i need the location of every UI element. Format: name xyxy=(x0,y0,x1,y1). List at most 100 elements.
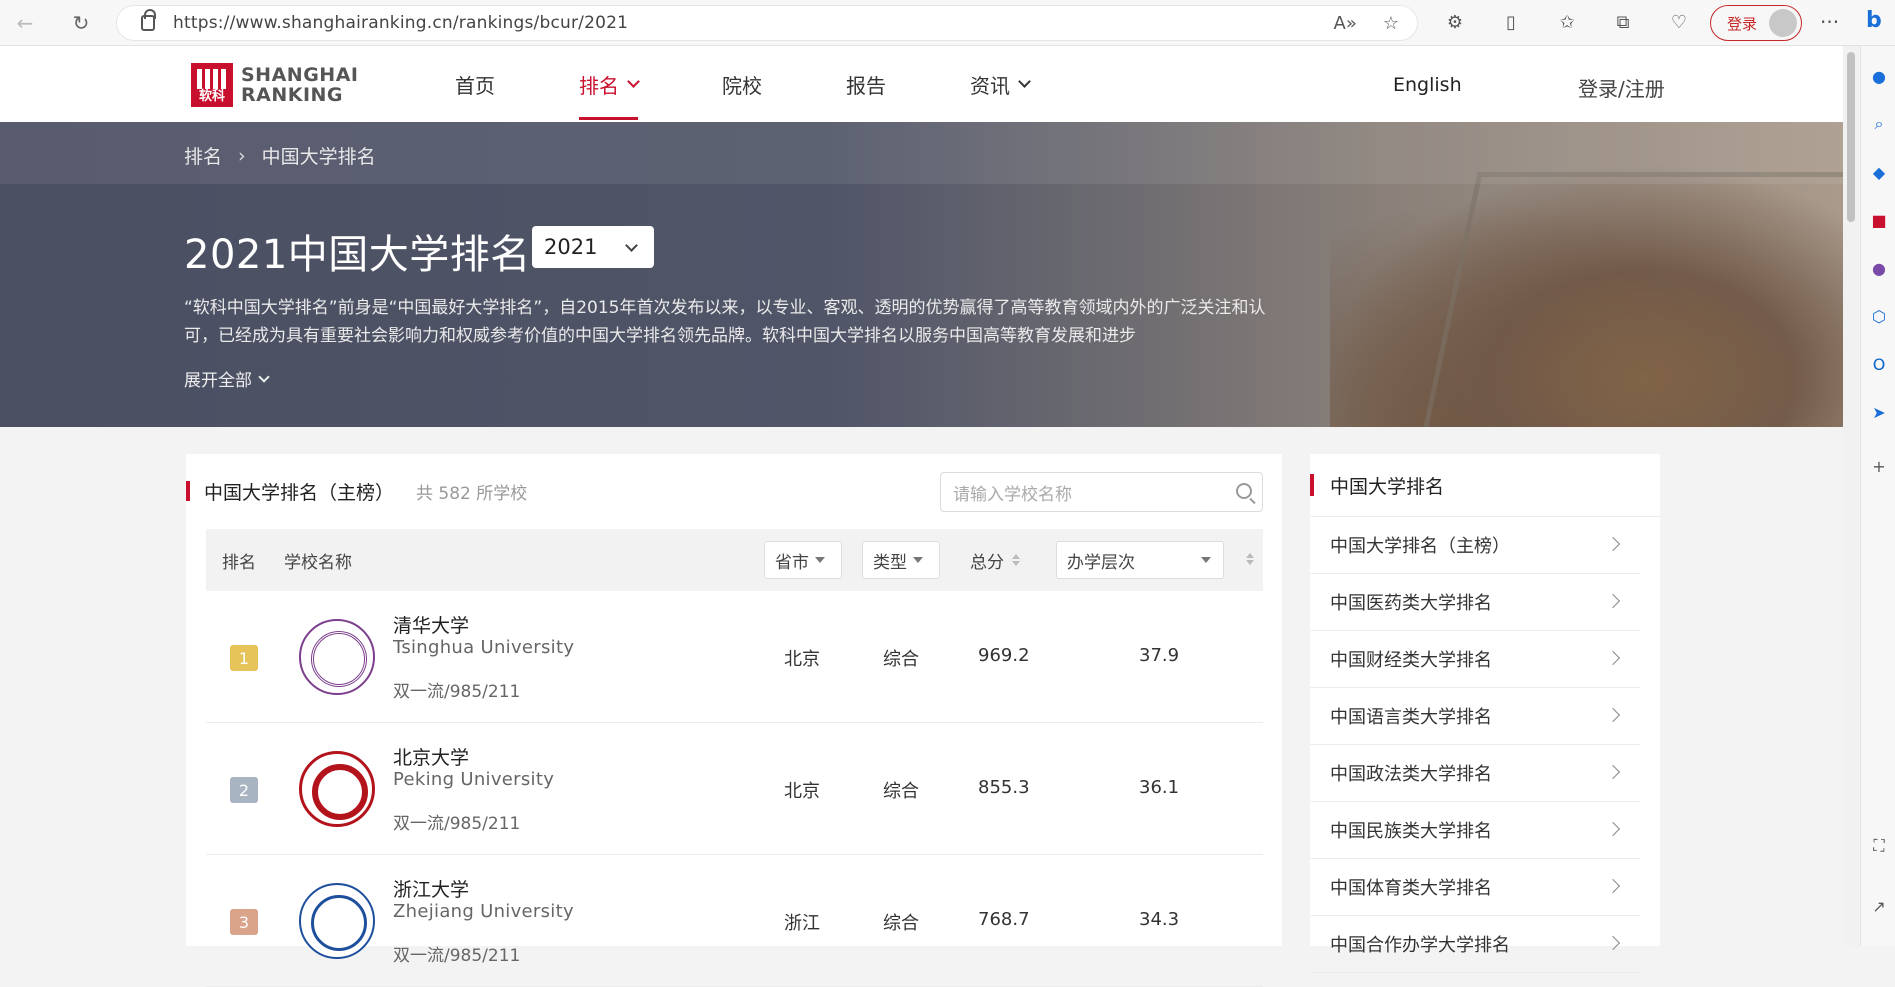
performance-icon[interactable]: ♡ xyxy=(1664,7,1694,37)
sidebar-item-language[interactable]: 中国语言类大学排名 xyxy=(1310,688,1640,745)
type-cell: 综合 xyxy=(883,913,919,934)
tag-icon[interactable]: ◆ xyxy=(1869,162,1889,182)
ranking-sidebar: 中国大学排名 中国大学排名（主榜） 中国医药类大学排名 中国财经类大学排名 中国… xyxy=(1310,454,1660,973)
bing-copilot-icon[interactable]: b xyxy=(1866,8,1892,36)
breadcrumb: 排名 › 中国大学排名 xyxy=(184,142,376,169)
type-cell: 综合 xyxy=(883,649,919,670)
external-link-icon[interactable]: ↗ xyxy=(1869,896,1889,916)
chevron-right-icon xyxy=(1605,764,1621,780)
university-name-cn[interactable]: 浙江大学 xyxy=(393,875,469,902)
chevron-down-icon xyxy=(627,74,640,88)
sidebar-item-label: 中国财经类大学排名 xyxy=(1330,650,1492,671)
university-emblem xyxy=(299,751,375,827)
nav-institutions[interactable]: 院校 xyxy=(722,46,762,122)
university-name-en[interactable]: Peking University xyxy=(393,769,554,790)
logo-mark-icon: 软科 xyxy=(191,63,233,107)
university-name-en[interactable]: Tsinghua University xyxy=(393,637,574,658)
year-select[interactable]: 2021 xyxy=(532,226,654,268)
nav-rankings[interactable]: 排名 xyxy=(579,46,640,122)
caret-down-icon xyxy=(815,557,825,563)
add-icon[interactable]: + xyxy=(1869,456,1889,476)
table-row[interactable]: 2 北京大学 Peking University 双一流/985/211 北京 … xyxy=(206,723,1263,855)
hero-banner: 排名 › 中国大学排名 2021中国大学排名 2021 “软科中国大学排名”前身… xyxy=(0,122,1843,427)
sidebar-item-law[interactable]: 中国政法类大学排名 xyxy=(1310,745,1640,802)
favorite-star-icon[interactable]: ☆ xyxy=(1383,13,1399,34)
refresh-icon[interactable]: ↻ xyxy=(66,8,96,38)
nav-reports[interactable]: 报告 xyxy=(846,46,886,122)
sidebar-item-label: 中国合作办学大学排名 xyxy=(1330,935,1510,956)
nav-news[interactable]: 资讯 xyxy=(970,46,1031,122)
screenshot-icon[interactable]: ⛶ xyxy=(1869,836,1889,856)
page-title: 2021中国大学排名 xyxy=(184,232,531,278)
level-sort-icon[interactable] xyxy=(1246,553,1254,565)
score-cell: 768.7 xyxy=(978,909,1030,930)
language-switch[interactable]: English xyxy=(1393,74,1462,96)
ranking-panel-header: 中国大学排名（主榜） 共 582 所学校 xyxy=(186,476,527,506)
level-filter[interactable]: 办学层次 xyxy=(1056,541,1224,579)
breadcrumb-current: 中国大学排名 xyxy=(261,146,376,168)
rank-badge: 3 xyxy=(230,909,258,935)
level-cell: 36.1 xyxy=(1139,777,1180,798)
sidebar-item-finance[interactable]: 中国财经类大学排名 xyxy=(1310,631,1640,688)
breadcrumb-rankings[interactable]: 排名 xyxy=(184,142,222,169)
scrollbar-thumb[interactable] xyxy=(1847,52,1855,222)
expand-all-link[interactable]: 展开全部 xyxy=(184,366,270,391)
university-name-cn[interactable]: 清华大学 xyxy=(393,611,469,638)
browser-login-label: 登录 xyxy=(1727,14,1758,33)
province-filter-label: 省市 xyxy=(775,552,809,573)
rank-badge: 1 xyxy=(230,645,258,671)
send-icon[interactable]: ➤ xyxy=(1869,402,1889,422)
split-screen-icon[interactable]: ▯ xyxy=(1496,7,1526,37)
nav-institutions-label: 院校 xyxy=(722,73,762,98)
more-options-icon[interactable]: ··· xyxy=(1820,10,1839,34)
login-register-link[interactable]: 登录/注册 xyxy=(1578,73,1665,102)
chevron-right-icon xyxy=(1605,536,1621,552)
type-filter-label: 类型 xyxy=(873,552,907,573)
site-logo[interactable]: 软科 SHANGHAI RANKING xyxy=(191,63,358,107)
sidebar-item-cooperative[interactable]: 中国合作办学大学排名 xyxy=(1310,916,1640,973)
browser-login-button[interactable]: 登录 xyxy=(1710,5,1802,41)
school-search-input[interactable]: 请输入学校名称 xyxy=(940,472,1263,512)
logo-mark-text: 软科 xyxy=(198,89,225,104)
chevron-right-icon xyxy=(1605,821,1621,837)
sidebar-item-ethnic[interactable]: 中国民族类大学排名 xyxy=(1310,802,1640,859)
search-icon[interactable]: ⌕ xyxy=(1869,114,1889,134)
score-sort[interactable]: 总分 xyxy=(970,529,1020,591)
sidebar-item-main[interactable]: 中国大学排名（主榜） xyxy=(1310,517,1640,574)
chevron-right-icon xyxy=(1605,878,1621,894)
bell-icon[interactable]: ● xyxy=(1869,66,1889,86)
extensions-icon[interactable]: ⚙ xyxy=(1440,7,1470,37)
nav-home[interactable]: 首页 xyxy=(455,46,495,122)
header-rank: 排名 xyxy=(222,552,256,573)
sidebar-title: 中国大学排名 xyxy=(1330,475,1445,498)
province-filter[interactable]: 省市 xyxy=(764,541,842,579)
favorites-icon[interactable]: ✩ xyxy=(1552,7,1582,37)
games-icon[interactable]: ⬡ xyxy=(1869,306,1889,326)
university-tags: 双一流/985/211 xyxy=(393,814,521,834)
collections-icon[interactable]: ⧉ xyxy=(1608,7,1638,37)
address-bar[interactable]: https://www.shanghairanking.cn/rankings/… xyxy=(116,5,1418,41)
rank-badge: 2 xyxy=(230,777,258,803)
university-name-en[interactable]: Zhejiang University xyxy=(393,901,574,922)
ranking-panel: 中国大学排名（主榜） 共 582 所学校 请输入学校名称 排名 学校名称 省市 … xyxy=(186,454,1282,987)
table-row[interactable]: 1 清华大学 Tsinghua University 双一流/985/211 北… xyxy=(206,591,1263,723)
school-count: 共 582 所学校 xyxy=(416,483,528,504)
sidebar-item-medical[interactable]: 中国医药类大学排名 xyxy=(1310,574,1640,631)
university-tags: 双一流/985/211 xyxy=(393,682,521,702)
lock-icon xyxy=(141,9,156,31)
type-filter[interactable]: 类型 xyxy=(862,541,940,579)
people-icon[interactable]: ● xyxy=(1869,258,1889,278)
back-icon[interactable]: ← xyxy=(10,8,40,38)
sidebar-item-sports[interactable]: 中国体育类大学排名 xyxy=(1310,859,1640,916)
table-row[interactable]: 3 浙江大学 Zhejiang University 双一流/985/211 浙… xyxy=(206,855,1263,987)
sidebar-item-label: 中国语言类大学排名 xyxy=(1330,707,1492,728)
university-name-cn[interactable]: 北京大学 xyxy=(393,743,469,770)
search-icon[interactable] xyxy=(1236,483,1252,499)
page-scrollbar[interactable] xyxy=(1843,46,1859,946)
url-text: https://www.shanghairanking.cn/rankings/… xyxy=(173,13,629,33)
toolbox-icon[interactable]: ■ xyxy=(1869,210,1889,230)
sidebar-item-label: 中国政法类大学排名 xyxy=(1330,764,1492,785)
read-aloud-icon[interactable]: A» xyxy=(1334,13,1357,34)
outlook-icon[interactable]: O xyxy=(1869,354,1889,374)
sidebar-item-label: 中国医药类大学排名 xyxy=(1330,593,1492,614)
